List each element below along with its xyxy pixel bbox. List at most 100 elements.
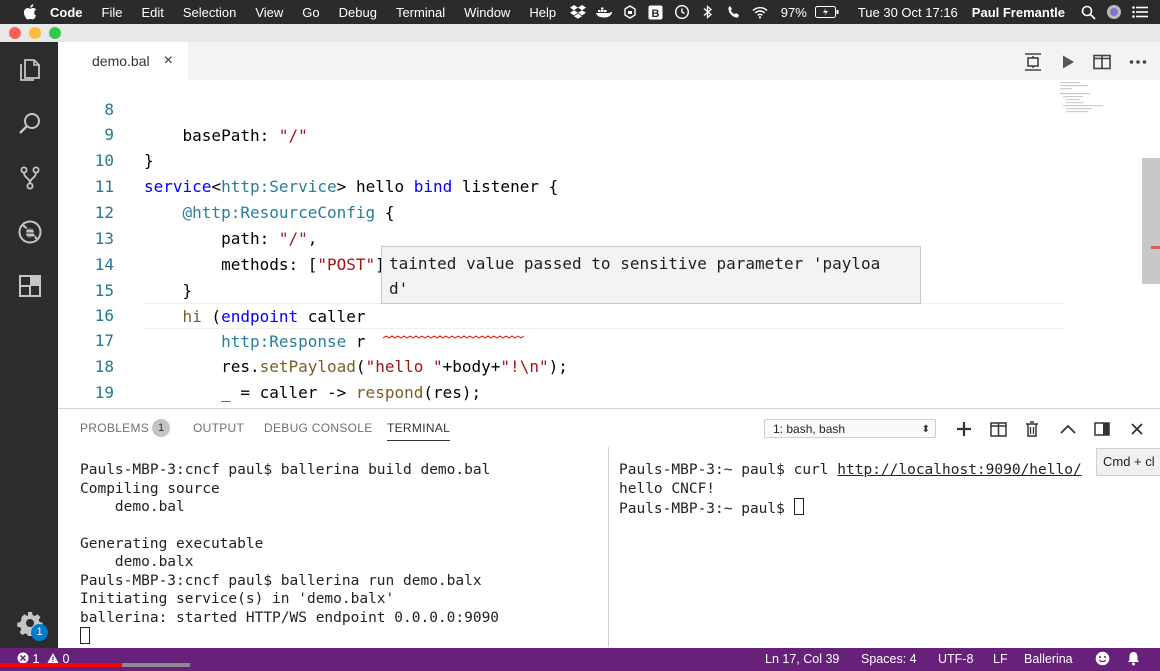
window-titlebar [0, 24, 1160, 42]
tab-debug-console[interactable]: DEBUG CONSOLE [264, 421, 373, 435]
run-icon[interactable] [1057, 51, 1079, 73]
close-panel-icon[interactable] [1127, 419, 1147, 439]
zoom-window-button[interactable] [49, 27, 61, 39]
code-line-20[interactable]: 20 } [58, 380, 1058, 406]
terminal-line: Pauls-MBP-3:cncf paul$ ballerina build d… [80, 462, 491, 478]
feedback-smiley-icon[interactable] [1095, 651, 1110, 669]
code-line-17[interactable]: 17 res.setPayload("hello "+body+"!\n"); [58, 302, 1058, 376]
language-mode[interactable]: Ballerina [1024, 652, 1073, 666]
code-line-11[interactable]: 11 @http:ResourceConfig { [58, 148, 1058, 222]
split-terminal-icon[interactable] [988, 419, 1008, 439]
indentation[interactable]: Spaces: 4 [861, 652, 917, 666]
menu-app-name[interactable]: Code [50, 5, 83, 20]
code-line-13[interactable]: 13 methods: ["POST"] [58, 200, 1058, 274]
terminal-line: Initiating service(s) in 'demo.balx' [80, 591, 395, 607]
evernote-icon[interactable] [622, 4, 638, 20]
terminal-prompt: Pauls-MBP-3:~ paul$ [619, 501, 794, 517]
terminal-line: Pauls-MBP-3:~ paul$ [619, 498, 804, 517]
docker-icon[interactable] [595, 4, 612, 20]
tab-demo-bal[interactable]: demo.bal × [58, 42, 188, 80]
phone-icon[interactable] [726, 4, 742, 20]
kill-terminal-icon[interactable] [1022, 419, 1042, 439]
search-icon[interactable] [16, 110, 44, 138]
tab-label: demo.bal [92, 53, 150, 69]
bbedit-icon[interactable]: B [648, 4, 664, 20]
dropbox-icon[interactable] [569, 4, 586, 20]
menu-file[interactable]: File [102, 5, 123, 20]
code-editor[interactable]: 8 basePath: "/" 9 } 10 service<http:Serv… [58, 80, 1160, 408]
tab-problems[interactable]: PROBLEMS [80, 421, 149, 435]
menubar-status-area: B 97% Tue 30 Oct 17:16 Paul Fremantle [565, 0, 1160, 24]
toggle-panel-position-icon[interactable] [1092, 419, 1112, 439]
menu-view[interactable]: View [255, 5, 283, 20]
tab-close-icon[interactable]: × [164, 52, 173, 70]
siri-icon[interactable] [1106, 4, 1122, 20]
terminal-prompt: Pauls-MBP-3:~ paul$ curl [619, 462, 838, 478]
apple-icon[interactable] [22, 3, 40, 21]
close-window-button[interactable] [9, 27, 21, 39]
tab-terminal[interactable]: TERMINAL [387, 421, 451, 441]
notification-center-icon[interactable] [1132, 4, 1148, 20]
battery-percent: 97% [780, 4, 807, 20]
code-line-12[interactable]: 12 path: "/", [58, 174, 1058, 248]
terminal-line: Compiling source [80, 481, 220, 497]
code-line-10[interactable]: 10 service<http:Service> hello bind list… [58, 122, 1058, 196]
maximize-panel-chevron-up-icon[interactable] [1058, 419, 1078, 439]
code-line-19[interactable]: 19 } [58, 354, 1058, 402]
error-hover-tooltip: tainted value passed to sensitive parame… [381, 246, 921, 304]
more-actions-icon[interactable] [1127, 51, 1149, 73]
menu-terminal[interactable]: Terminal [396, 5, 445, 20]
tab-output[interactable]: OUTPUT [193, 421, 244, 435]
terminal-url-link[interactable]: http://localhost:9090/hello/ [837, 462, 1081, 478]
end-of-line[interactable]: LF [993, 652, 1008, 666]
terminal-line: demo.balx [80, 554, 194, 570]
menu-help[interactable]: Help [529, 5, 556, 20]
status-bar: 1 0 Ln 17, Col 39 Spaces: 4 UTF-8 LF Bal… [0, 648, 1160, 671]
split-editor-icon[interactable] [1091, 51, 1113, 73]
minimap[interactable] [1058, 80, 1128, 120]
clock[interactable]: Tue 30 Oct 17:16 [858, 5, 958, 20]
activity-bar: 1 [0, 42, 58, 648]
cursor-position[interactable]: Ln 17, Col 39 [765, 652, 839, 666]
menu-debug[interactable]: Debug [339, 5, 377, 20]
battery-icon[interactable] [814, 4, 839, 20]
svg-text:B: B [652, 8, 660, 20]
terminal-cursor [793, 498, 804, 515]
debug-icon[interactable] [16, 218, 44, 246]
keyboard-shortcut-tooltip: Cmd + cl [1096, 448, 1160, 476]
terminal-cursor [80, 627, 90, 644]
user-name[interactable]: Paul Fremantle [972, 5, 1065, 20]
menu-edit[interactable]: Edit [141, 5, 163, 20]
terminal-cursor-line [80, 627, 90, 645]
bluetooth-icon[interactable] [700, 4, 716, 20]
code-line-8[interactable]: 8 basePath: "/" [58, 80, 1058, 145]
error-squiggle [382, 324, 525, 339]
menu-go[interactable]: Go [302, 5, 319, 20]
explorer-icon[interactable] [16, 56, 44, 84]
extensions-icon[interactable] [16, 272, 44, 300]
terminal-split-divider[interactable] [608, 447, 609, 647]
encoding[interactable]: UTF-8 [938, 652, 973, 666]
code-line-18[interactable]: 18 _ = caller -> respond(res); [58, 328, 1058, 402]
terminal-line: demo.bal [80, 499, 185, 515]
terminal-line: ballerina: started HTTP/WS endpoint 0.0.… [80, 610, 500, 626]
new-terminal-icon[interactable] [954, 419, 974, 439]
wifi-icon[interactable] [752, 4, 768, 20]
problems-count-badge: 1 [152, 419, 170, 437]
terminal-line: hello CNCF! [619, 481, 716, 497]
open-changes-icon[interactable] [1022, 51, 1044, 73]
spotlight-search-icon[interactable] [1080, 4, 1096, 20]
terminal-line: Generating executable [80, 536, 264, 552]
editor-scrollbar-thumb[interactable] [1142, 158, 1160, 284]
source-control-icon[interactable] [16, 164, 44, 192]
time-machine-icon[interactable] [674, 4, 690, 20]
minimize-window-button[interactable] [29, 27, 41, 39]
notifications-bell-icon[interactable] [1127, 651, 1140, 669]
select-arrows-icon: ⬍ [921, 424, 930, 435]
video-progress-played [0, 663, 122, 667]
terminal-select[interactable]: 1: bash, bash ⬍ [764, 419, 936, 438]
bottom-panel: PROBLEMS 1 OUTPUT DEBUG CONSOLE TERMINAL… [58, 408, 1160, 649]
menu-window[interactable]: Window [464, 5, 510, 20]
menu-selection[interactable]: Selection [183, 5, 236, 20]
code-line-9[interactable]: 9 } [58, 96, 1058, 170]
